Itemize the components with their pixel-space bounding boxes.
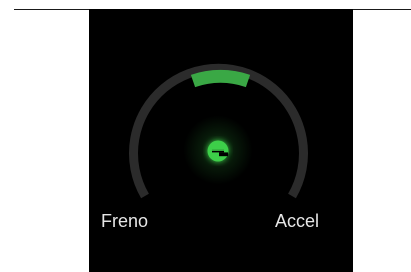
eco-e-icon xyxy=(207,140,229,162)
brake-label: Freno xyxy=(101,211,149,231)
gauge-indicator xyxy=(190,69,251,88)
pedal-gauge-panel: Freno Accel xyxy=(89,9,353,272)
accel-label: Accel xyxy=(275,211,320,231)
